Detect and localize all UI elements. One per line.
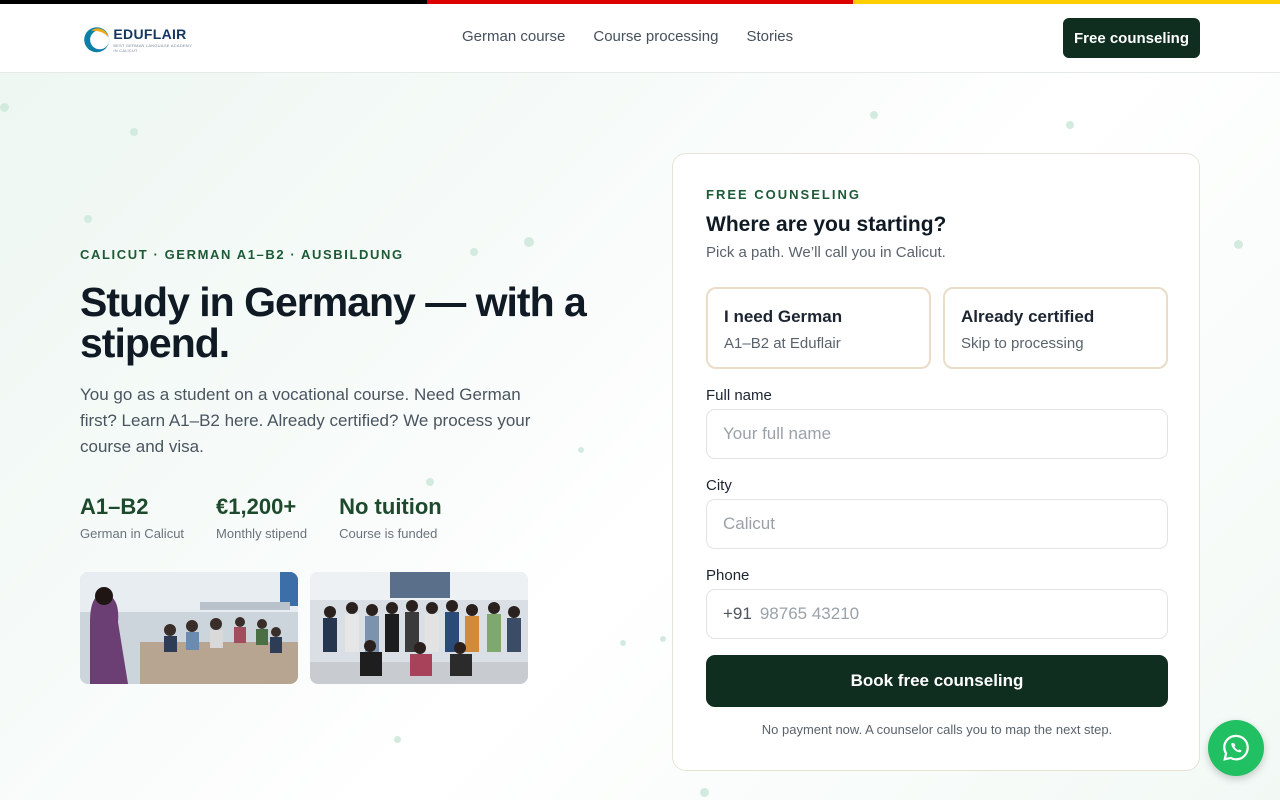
city-input[interactable]: Calicut xyxy=(706,499,1168,549)
stat-label: Monthly stipend xyxy=(216,526,308,541)
decor-dot xyxy=(578,447,584,453)
stat-label: German in Calicut xyxy=(80,526,185,541)
phone-country-prefix: +91 xyxy=(723,604,752,623)
nav-german-course[interactable]: German course xyxy=(462,28,565,45)
decor-dot xyxy=(524,237,534,247)
form-eyebrow: FREE COUNSELING xyxy=(706,187,861,202)
stat-value: €1,200+ xyxy=(216,494,297,519)
full-name-input[interactable]: Your full name xyxy=(706,409,1168,459)
whatsapp-chat-button[interactable] xyxy=(1208,720,1264,776)
decor-dot xyxy=(1066,121,1074,129)
hero-headline: Study in Germany — with a stipend. xyxy=(80,279,587,366)
main-nav: German course Course processing Stories xyxy=(462,28,793,45)
brand-logo[interactable]: EDUFLAIR BEST GERMAN LANGUAGE ACADEMY IN… xyxy=(82,19,194,59)
counseling-form-card: FREE COUNSELING Where are you starting? … xyxy=(672,153,1200,771)
decor-dot xyxy=(870,111,878,119)
hero-lede: You go as a student on a vocational cour… xyxy=(80,385,531,456)
choice-need-german[interactable]: I need German A1–B2 at Eduflair xyxy=(706,287,931,369)
decor-dot xyxy=(394,736,401,743)
choice-title: Already certified xyxy=(961,307,1095,326)
whatsapp-icon xyxy=(1223,734,1249,761)
decor-dot xyxy=(620,640,626,646)
decor-dot xyxy=(426,478,434,486)
stat-stipend: €1,200+ Monthly stipend xyxy=(216,494,307,541)
stat-value: A1–B2 xyxy=(80,494,149,519)
decor-dot xyxy=(660,636,666,642)
logo-mark-icon xyxy=(84,27,110,53)
choice-subtitle: A1–B2 at Eduflair xyxy=(724,335,841,352)
stat-value: No tuition xyxy=(339,494,442,519)
form-title: Where are you starting? xyxy=(706,213,947,236)
phone-placeholder: 98765 43210 xyxy=(759,604,860,623)
decor-dot xyxy=(130,128,138,136)
decor-dot xyxy=(700,788,709,797)
stat-german-level: A1–B2 German in Calicut xyxy=(80,494,184,541)
book-counseling-button[interactable]: Book free counseling xyxy=(706,655,1168,707)
hero-stats: A1–B2 German in Calicut €1,200+ Monthly … xyxy=(80,494,474,541)
phone-label: Phone xyxy=(706,567,750,584)
phone-input[interactable]: +91 98765 43210 xyxy=(706,589,1168,639)
decor-dot xyxy=(0,103,9,112)
nav-stories[interactable]: Stories xyxy=(746,28,793,45)
choice-title: I need German xyxy=(724,307,843,326)
stat-label: Course is funded xyxy=(339,526,438,541)
decor-dot xyxy=(1234,240,1243,249)
choice-already-certified[interactable]: Already certified Skip to processing xyxy=(943,287,1168,369)
free-counseling-button[interactable]: Free counseling xyxy=(1063,18,1200,58)
choice-subtitle: Skip to processing xyxy=(961,335,1084,352)
decor-dot xyxy=(470,248,478,256)
form-subtitle: Pick a path. We’ll call you in Calicut. xyxy=(706,244,946,261)
group-photo xyxy=(310,572,528,684)
hero-photos xyxy=(80,572,528,684)
logo-tagline: BEST GERMAN LANGUAGE ACADEMY IN CALICUT xyxy=(113,42,192,53)
city-placeholder: Calicut xyxy=(723,514,775,533)
stat-tuition: No tuition Course is funded xyxy=(339,494,442,541)
logo-wordmark: EDUFLAIR xyxy=(113,25,187,42)
form-footnote: No payment now. A counselor calls you to… xyxy=(761,722,1113,737)
classroom-photo xyxy=(80,572,298,684)
nav-course-processing[interactable]: Course processing xyxy=(593,28,718,45)
full-name-label: Full name xyxy=(706,387,772,404)
city-label: City xyxy=(706,477,732,494)
site-header: EDUFLAIR BEST GERMAN LANGUAGE ACADEMY IN… xyxy=(0,4,1280,73)
full-name-placeholder: Your full name xyxy=(723,424,832,443)
hero-eyebrow: CALICUT · GERMAN A1–B2 · AUSBILDUNG xyxy=(80,247,404,262)
decor-dot xyxy=(84,215,92,223)
